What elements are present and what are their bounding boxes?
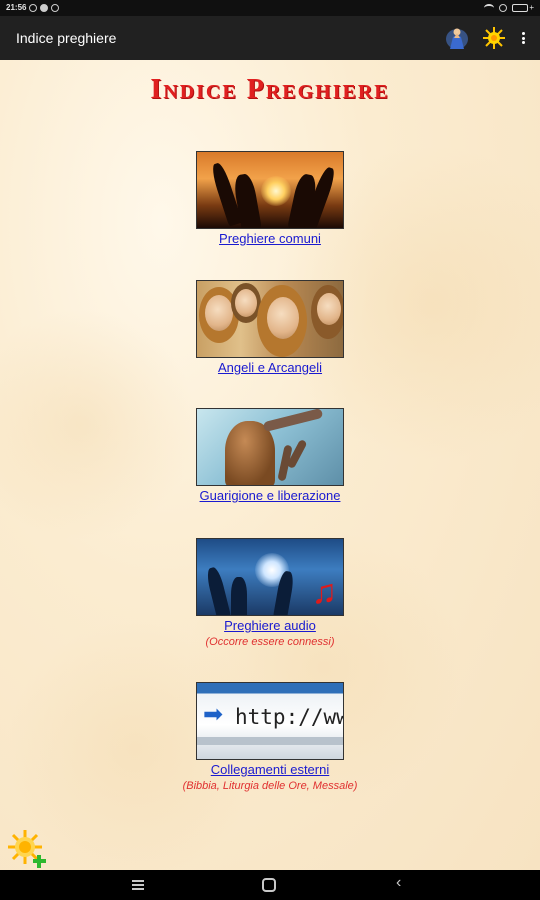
status-right: + bbox=[484, 3, 534, 12]
status-time: 21:56 bbox=[6, 3, 27, 12]
app-bar: Indice preghiere bbox=[0, 16, 540, 60]
menu-item-guarigione: Guarigione e liberazione bbox=[0, 408, 540, 505]
signal-icon bbox=[499, 3, 508, 12]
charging-icon: + bbox=[529, 3, 534, 12]
wifi-icon bbox=[484, 3, 495, 12]
menu-item-angeli: Angeli e Arcangeli bbox=[0, 280, 540, 377]
status-left: 21:56 bbox=[6, 3, 60, 12]
angel-face bbox=[267, 297, 299, 339]
preghiere-audio-link[interactable]: Preghiere audio bbox=[224, 618, 316, 633]
menu-item-collegamenti: ➡ http://www. Collegamenti esterni (Bibb… bbox=[0, 682, 540, 792]
sun-icon[interactable] bbox=[482, 26, 506, 50]
arrow-right-icon: ➡ bbox=[203, 701, 224, 728]
sun-add-icon bbox=[8, 830, 46, 868]
notification-icon bbox=[40, 3, 49, 12]
links-note: (Bibbia, Liturgia delle Ore, Messale) bbox=[182, 780, 358, 792]
home-icon[interactable] bbox=[262, 878, 276, 892]
sun-glow bbox=[261, 176, 291, 206]
back-icon[interactable]: ‹ bbox=[396, 875, 401, 891]
connection-note: (Occorre essere connessi) bbox=[205, 636, 335, 648]
more-vert-icon[interactable] bbox=[518, 29, 528, 47]
app-title: Indice preghiere bbox=[16, 30, 117, 46]
hand-silhouette bbox=[204, 566, 232, 615]
preghiere-comuni-link[interactable]: Preghiere comuni bbox=[219, 231, 321, 246]
browser-bar bbox=[197, 737, 343, 745]
music-note-icon: ♫ bbox=[311, 573, 338, 611]
url-text-graphic: http://www. bbox=[235, 705, 343, 729]
menu-item-audio: ♫ Preghiere audio (Occorre essere connes… bbox=[0, 538, 540, 648]
status-bar: 21:56 + bbox=[0, 0, 540, 16]
reaching-arm bbox=[262, 409, 324, 433]
app-actions bbox=[444, 26, 528, 50]
angel-face bbox=[235, 289, 257, 317]
navigation-bar: ‹ bbox=[0, 870, 540, 900]
healing-image[interactable] bbox=[196, 408, 344, 486]
notification-icon bbox=[29, 3, 38, 12]
more-dot bbox=[521, 36, 525, 40]
notification-icon bbox=[51, 3, 60, 12]
angeli-arcangeli-link[interactable]: Angeli e Arcangeli bbox=[218, 360, 322, 375]
recent-line bbox=[132, 888, 144, 890]
page-heading: Indice Preghiere bbox=[150, 74, 390, 105]
web-link-image[interactable]: ➡ http://www. bbox=[196, 682, 344, 760]
angel-face bbox=[317, 293, 341, 325]
recent-apps-icon[interactable] bbox=[132, 880, 144, 890]
recent-line bbox=[132, 884, 144, 886]
hands-sunset-image[interactable] bbox=[196, 151, 344, 229]
hand-silhouette bbox=[231, 577, 247, 615]
angels-image[interactable] bbox=[196, 280, 344, 358]
more-dot bbox=[521, 32, 525, 35]
more-dot bbox=[521, 41, 525, 44]
guarigione-liberazione-link[interactable]: Guarigione e liberazione bbox=[200, 488, 341, 503]
recent-line bbox=[132, 880, 144, 882]
audio-prayer-image[interactable]: ♫ bbox=[196, 538, 344, 616]
sun-add-button[interactable] bbox=[6, 828, 48, 870]
battery-icon bbox=[512, 3, 529, 12]
content-area: Indice Preghiere Preghiere comuni Angeli… bbox=[0, 60, 540, 870]
praying-hands-icon[interactable] bbox=[444, 26, 470, 50]
collegamenti-esterni-link[interactable]: Collegamenti esterni bbox=[211, 762, 330, 777]
angel-face bbox=[205, 295, 233, 331]
menu-item-preghiere-comuni: Preghiere comuni bbox=[0, 151, 540, 248]
